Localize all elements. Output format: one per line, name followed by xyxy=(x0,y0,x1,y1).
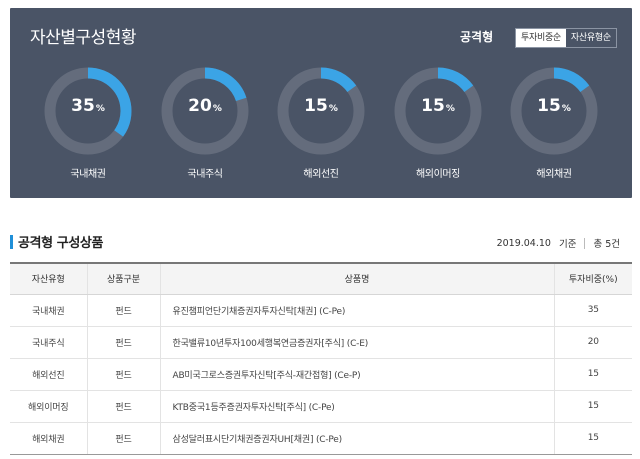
cell-product-name[interactable]: AB미국그로스증권투자신탁[주식-재간접형] (Ce-P) xyxy=(160,358,555,391)
product-table: 자산유형 상품구분 상품명 투자비중(%) 국내채권 펀드 유진챔피언단기채증권… xyxy=(10,262,632,455)
cell-weight: 15 xyxy=(554,390,632,423)
table-row: 해외이머징 펀드 KTB중국1등주증권자투자신탁[주식] (C-Pe) 15 xyxy=(10,390,632,423)
section-title: 공격형 구성상품 xyxy=(18,236,104,251)
donut-label: 국내채권 xyxy=(70,169,106,180)
donut-domestic-bond: 35% 국내채권 xyxy=(43,66,139,190)
cell-product-kind: 펀드 xyxy=(87,358,161,391)
cell-asset-type: 해외이머징 xyxy=(10,390,88,423)
cell-product-kind: 펀드 xyxy=(87,390,161,423)
section-accent-bar xyxy=(10,235,13,249)
cell-weight: 15 xyxy=(554,422,632,455)
sort-by-weight-button[interactable]: 투자비중순 xyxy=(516,29,566,47)
donut-label: 해외이머징 xyxy=(415,169,460,180)
cell-asset-type: 국내채권 xyxy=(10,294,88,327)
donut-label: 해외채권 xyxy=(536,169,572,180)
table-row: 해외채권 펀드 삼성달러표시단기채권증권자UH[채권] (C-Pe) 15 xyxy=(10,422,632,455)
cell-product-name[interactable]: 유진챔피언단기채증권자투자신탁[채권] (C-Pe) xyxy=(160,294,555,327)
cell-weight: 35 xyxy=(554,294,632,327)
cell-weight: 20 xyxy=(554,326,632,359)
donut-label: 국내주식 xyxy=(187,169,223,180)
donut-overseas-developed: 15% 해외선진 xyxy=(276,66,372,190)
donut-value: 20% xyxy=(188,96,222,116)
section-meta: 2019.04.10 기준 총 5건 xyxy=(497,236,620,250)
cell-asset-type: 국내주식 xyxy=(10,326,88,359)
table-row: 해외선진 펀드 AB미국그로스증권투자신탁[주식-재간접형] (Ce-P) 15 xyxy=(10,358,632,391)
cell-asset-type: 해외채권 xyxy=(10,422,88,455)
risk-type-label: 공격형 xyxy=(460,30,494,44)
column-header-product-name: 상품명 xyxy=(160,263,555,295)
cell-product-kind: 펀드 xyxy=(87,326,161,359)
donut-value: 15% xyxy=(304,96,338,116)
column-header-product-kind: 상품구분 xyxy=(87,263,161,295)
cell-asset-type: 해외선진 xyxy=(10,358,88,391)
donut-label: 해외선진 xyxy=(303,169,339,180)
meta-divider xyxy=(584,237,586,249)
section-header: 공격형 구성상품 2019.04.10 기준 총 5건 xyxy=(10,232,632,252)
sort-toggle-group: 투자비중순 자산유형순 xyxy=(515,28,617,48)
donut-value: 15% xyxy=(537,96,571,116)
base-date-label: 기준 xyxy=(558,239,577,250)
column-header-asset-type: 자산유형 xyxy=(10,263,88,295)
donut-overseas-emerging: 15% 해외이머징 xyxy=(393,66,489,190)
donut-value: 35% xyxy=(71,96,105,116)
donut-domestic-stock: 20% 국내주식 xyxy=(160,66,256,190)
sort-by-asset-type-button[interactable]: 자산유형순 xyxy=(566,29,616,47)
table-row: 국내주식 펀드 한국밸류10년투자100세행복연금증권자[주식] (C-E) 2… xyxy=(10,326,632,359)
cell-weight: 15 xyxy=(554,358,632,391)
table-row: 국내채권 펀드 유진챔피언단기채증권자투자신탁[채권] (C-Pe) 35 xyxy=(10,294,632,327)
cell-product-kind: 펀드 xyxy=(87,294,161,327)
total-count: 총 5건 xyxy=(593,239,620,250)
donut-chart-row: 35% 국내채권 20% 국내주식 15% 해외선진 15% 해외이머징 15%… xyxy=(10,66,632,196)
cell-product-kind: 펀드 xyxy=(87,422,161,455)
table-header-row: 자산유형 상품구분 상품명 투자비중(%) xyxy=(10,263,632,295)
donut-value: 15% xyxy=(421,96,455,116)
panel-title: 자산별구성현황 xyxy=(30,28,136,48)
cell-product-name[interactable]: KTB중국1등주증권자투자신탁[주식] (C-Pe) xyxy=(160,390,555,423)
base-date: 2019.04.10 xyxy=(496,237,551,249)
cell-product-name[interactable]: 한국밸류10년투자100세행복연금증권자[주식] (C-E) xyxy=(160,326,555,359)
cell-product-name[interactable]: 삼성달러표시단기채권증권자UH[채권] (C-Pe) xyxy=(160,422,555,455)
donut-overseas-bond: 15% 해외채권 xyxy=(509,66,605,190)
column-header-weight: 투자비중(%) xyxy=(554,263,632,295)
asset-composition-panel: 자산별구성현황 공격형 투자비중순 자산유형순 35% 국내채권 20% 국내주… xyxy=(10,8,632,198)
